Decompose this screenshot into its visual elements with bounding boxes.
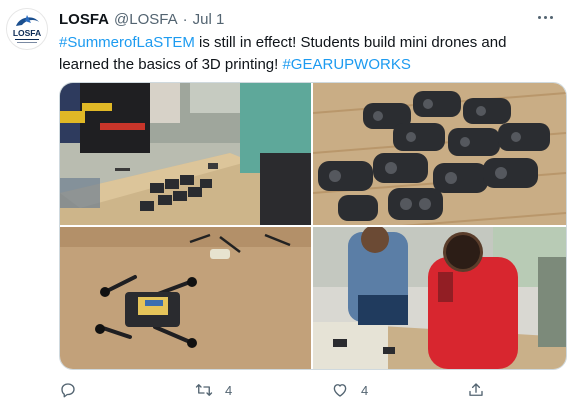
like-count: 4 — [361, 382, 369, 398]
tweet-header: LOSFA @LOSFA · Jul 1 — [59, 9, 530, 29]
media-grid — [59, 82, 567, 370]
photo-mini-drone-image — [60, 227, 311, 369]
photo-students-at-table-image — [313, 227, 566, 369]
like-button[interactable]: 4 — [331, 376, 368, 404]
photo-students-at-table[interactable] — [313, 227, 566, 369]
like-icon — [333, 384, 347, 397]
separator: · — [182, 10, 188, 28]
reply-button[interactable] — [59, 376, 89, 404]
retweet-count: 4 — [225, 382, 233, 398]
photo-students-building-drones-image — [60, 83, 311, 225]
hashtag-gearupworks[interactable]: #GEARUPWORKS — [282, 56, 410, 73]
hashtag-summeroflastem[interactable]: #SummerofLaSTEM — [59, 34, 195, 51]
more-options-icon[interactable] — [534, 9, 556, 25]
share-icon — [469, 383, 483, 396]
svg-text:LOSFA: LOSFA — [13, 28, 41, 38]
share-button[interactable] — [467, 376, 485, 404]
display-name[interactable]: LOSFA — [59, 11, 109, 28]
losfa-logo-icon: LOSFA — [7, 9, 47, 49]
handle[interactable]: @LOSFA — [114, 11, 178, 28]
tweet-text: #SummerofLaSTEM is still in effect! Stud… — [59, 32, 549, 76]
avatar[interactable]: LOSFA — [6, 8, 48, 50]
tweet-date[interactable]: Jul 1 — [193, 11, 225, 28]
reply-icon — [61, 383, 75, 398]
retweet-icon — [195, 384, 213, 396]
photo-drone-controllers[interactable] — [313, 83, 566, 225]
photo-drone-controllers-image — [313, 83, 566, 225]
photo-mini-drone[interactable] — [60, 227, 311, 369]
photo-students-building-drones[interactable] — [60, 83, 311, 225]
retweet-button[interactable]: 4 — [195, 376, 232, 404]
tweet-actions: 4 4 — [59, 376, 559, 404]
